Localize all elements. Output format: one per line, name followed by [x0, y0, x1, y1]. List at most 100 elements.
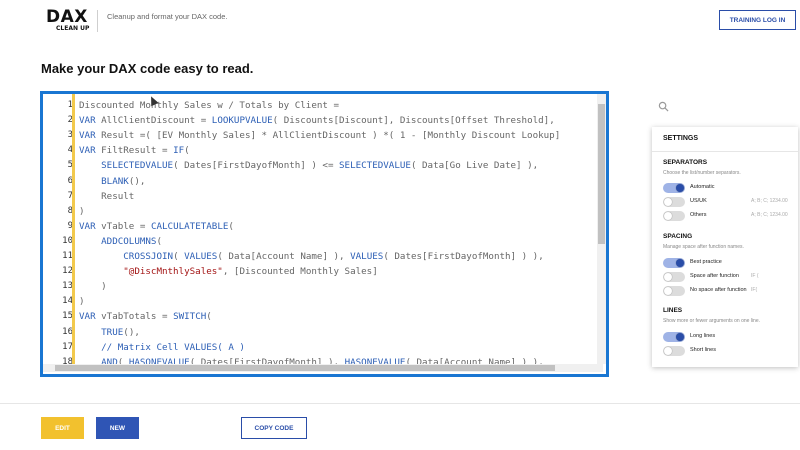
line-number: 9	[67, 220, 73, 231]
vertical-scroll-thumb[interactable]	[598, 104, 605, 244]
code-function: HASONEVALUE	[344, 356, 406, 364]
option-example: A; B; C; 1234.00	[751, 198, 788, 204]
settings-title: SETTINGS	[663, 135, 699, 142]
line-number: 1	[67, 100, 73, 110]
code-line[interactable]: "@DiscMnthlySales", [Discounted Monthly …	[79, 266, 378, 278]
line-number: 17	[62, 341, 73, 352]
line-number: 13	[62, 281, 73, 292]
code-line[interactable]: VAR Result =( [EV Monthly Sales] * AllCl…	[79, 130, 560, 141]
code-text: FiltResult =	[95, 145, 174, 157]
vertical-scrollbar[interactable]	[597, 94, 606, 364]
line-number: 12	[62, 266, 73, 277]
code-text: , [Discounted Monthly Sales]	[222, 266, 378, 278]
code-line[interactable]: VAR AllClientDiscount = LOOKUPVALUE( Dis…	[79, 115, 555, 126]
code-editor[interactable]: 1 2 3 4 5 6 7 8 9 10 11 12 13 14 15 16 17 18 Discounted M…	[40, 91, 609, 377]
edit-button[interactable]: EDIT	[41, 417, 84, 439]
line-number: 7	[67, 190, 73, 201]
line-number: 5	[67, 160, 73, 171]
code-line[interactable]: VAR FiltResult = IF(	[79, 145, 190, 156]
toggle-switch[interactable]	[663, 272, 685, 282]
option-label: Others	[690, 212, 707, 218]
horizontal-scroll-thumb[interactable]	[55, 365, 555, 371]
code-line[interactable]: Discounted Monthly Sales w / Totals by C…	[79, 100, 339, 111]
toggle-knob	[676, 259, 684, 267]
code-keyword: VAR	[79, 115, 96, 127]
separators-description: Choose the list/number separators.	[663, 170, 741, 176]
training-login-button[interactable]: TRAINING LOG IN	[719, 10, 796, 30]
code-function: VALUES	[350, 251, 384, 262]
toggle-switch[interactable]	[663, 286, 685, 296]
spacing-option-no-space-after-function[interactable]: No space after function IF(	[663, 286, 795, 296]
footer-divider	[0, 403, 800, 404]
code-text: ( Data[Account Name] ) ),	[405, 356, 544, 364]
code-text: (	[117, 356, 129, 364]
code-text: vTabTotals =	[95, 311, 174, 323]
separators-option-others[interactable]: Others A; B; C; 1234.00	[663, 211, 795, 221]
code-line[interactable]: TRUE(),	[79, 327, 140, 338]
logo-divider	[97, 10, 98, 32]
spacing-title: SPACING	[663, 233, 693, 240]
code-line[interactable]: VAR vTabTotals = SWITCH(	[79, 311, 212, 322]
toggle-switch[interactable]	[663, 332, 685, 342]
code-text: (),	[128, 175, 146, 187]
horizontal-scrollbar[interactable]	[43, 364, 603, 372]
toggle-knob	[664, 347, 672, 355]
code-function: SELECTEDVALUE	[339, 160, 411, 172]
separators-option-us-uk[interactable]: US/UK A; B; C; 1234.00	[663, 197, 795, 207]
code-text: ( Data[Go Live Date] ),	[410, 160, 539, 172]
code-line[interactable]: SELECTEDVALUE( Dates[FirstDayofMonth] ) …	[79, 160, 538, 171]
new-button[interactable]: NEW	[96, 417, 139, 439]
code-line[interactable]: BLANK(),	[79, 176, 145, 187]
code-text: Discounted Monthly Sales w / Totals by C…	[79, 100, 339, 111]
line-number: 2	[67, 115, 73, 126]
code-line[interactable]: )	[79, 296, 85, 307]
lines-option-long-lines[interactable]: Long lines	[663, 332, 795, 342]
code-area[interactable]: Discounted Monthly Sales w / Totals by C…	[75, 94, 595, 364]
toggle-switch[interactable]	[663, 258, 685, 268]
toggle-switch[interactable]	[663, 211, 685, 221]
code-line[interactable]: AND( HASONEVALUE( Dates[FirstDayofMonth]…	[79, 357, 544, 364]
toggle-switch[interactable]	[663, 346, 685, 356]
spacing-option-space-after-function[interactable]: Space after function IF (	[663, 272, 795, 282]
code-comment: // Matrix Cell VALUES( A )	[101, 341, 245, 353]
toggle-knob	[664, 287, 672, 295]
code-text: ( Dates[FirstDayofMonth] ),	[189, 356, 345, 364]
header: DAX CLEAN UP Cleanup and format your DAX…	[0, 0, 800, 42]
toggle-switch[interactable]	[663, 197, 685, 207]
lines-option-short-lines[interactable]: Short lines	[663, 346, 795, 356]
option-label: Automatic	[690, 184, 715, 190]
code-line[interactable]: VAR vTable = CALCULATETABLE(	[79, 221, 234, 232]
settings-panel: SETTINGS SEPARATORS Choose the list/numb…	[652, 127, 798, 367]
search-icon[interactable]	[658, 101, 669, 112]
code-line[interactable]: Result	[79, 191, 134, 202]
toggle-knob	[664, 198, 672, 206]
toggle-knob	[664, 212, 672, 220]
line-number: 14	[62, 296, 73, 307]
dax-clean-up-logo[interactable]: DAX CLEAN UP	[46, 9, 92, 33]
code-function: SWITCH	[173, 311, 207, 323]
option-label: No space after function	[690, 287, 747, 293]
code-text: (	[184, 145, 190, 157]
code-text: (	[173, 251, 185, 262]
code-keyword: VAR	[79, 130, 96, 142]
code-line[interactable]: ADDCOLUMNS(	[79, 236, 162, 247]
code-text: Result =( [EV Monthly Sales] * AllClient…	[95, 130, 561, 142]
code-line[interactable]: )	[79, 281, 107, 292]
line-number: 16	[62, 326, 73, 337]
logo-main-text: DAX	[46, 7, 88, 27]
option-label: Short lines	[690, 347, 716, 353]
code-text: (),	[123, 326, 140, 338]
toggle-switch[interactable]	[663, 183, 685, 193]
code-line[interactable]: )	[79, 206, 85, 217]
code-string: "@DiscMnthlySales"	[123, 266, 223, 278]
code-line[interactable]: // Matrix Cell VALUES( A )	[79, 342, 245, 353]
separators-title: SEPARATORS	[663, 159, 708, 166]
code-line[interactable]: CROSSJOIN( VALUES( Data[Account Name] ),…	[79, 251, 543, 262]
code-function: HASONEVALUE	[128, 356, 190, 364]
separators-option-automatic[interactable]: Automatic	[663, 183, 795, 193]
spacing-option-best-practice[interactable]: Best practice	[663, 258, 795, 268]
copy-code-button[interactable]: COPY CODE	[241, 417, 307, 439]
code-function: SELECTEDVALUE	[101, 160, 174, 172]
